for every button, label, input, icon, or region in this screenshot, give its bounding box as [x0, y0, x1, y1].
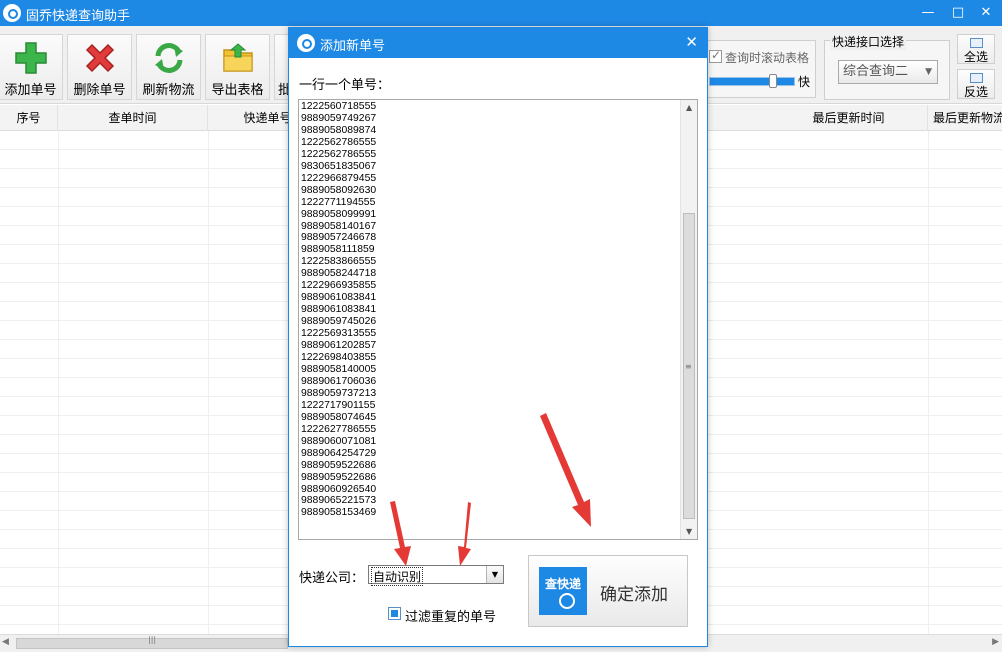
tracking-number-line: 1222966879455: [301, 172, 377, 184]
add-number-dialog: 添加新单号 ✕ 一行一个单号： 1222560718555 98890597492…: [288, 27, 708, 647]
scroll-table-label: 查询时滚动表格: [725, 51, 810, 65]
tracking-number-line: 9889059522686: [301, 471, 377, 483]
plus-icon: [15, 42, 47, 74]
invert-selection-label: 反选: [963, 85, 988, 99]
courier-api-select-value: 综合查询二: [843, 64, 909, 79]
courier-api-select[interactable]: 综合查询二 ▼: [838, 60, 938, 84]
tracking-number-line: 1222966935855: [301, 280, 377, 292]
filter-duplicates-label: 过滤重复的单号: [405, 610, 497, 625]
refresh-icon: [155, 43, 183, 73]
export-table-label: 导出表格: [211, 83, 264, 98]
tracking-number-line: 9830651835067: [301, 160, 377, 172]
speed-slider-thumb[interactable]: [769, 74, 777, 88]
tracking-numbers-list: 1222560718555 9889059749267 9889058089874 1…: [301, 101, 376, 519]
tracking-number-line: 9889061083841: [301, 304, 377, 316]
scroll-grip-icon: ≡: [685, 362, 692, 371]
tracking-numbers-textarea[interactable]: 1222560718555 9889059749267 9889058089874 1…: [298, 99, 698, 540]
add-number-button[interactable]: 添加单号: [0, 34, 63, 100]
tracking-number-line: 9889059745026: [301, 316, 377, 328]
tracking-number-line: 1222583866555: [301, 256, 377, 268]
tracking-number-line: 9889058140005: [301, 363, 377, 375]
speed-slider-track[interactable]: [709, 77, 795, 86]
add-number-label: 添加单号: [4, 83, 57, 98]
scroll-up-icon[interactable]: ▲: [686, 103, 692, 112]
courier-company-value: 自动识别: [371, 567, 424, 586]
tracking-number-line: 9889058099991: [301, 208, 377, 220]
refresh-logistics-button[interactable]: 刷新物流: [136, 34, 201, 100]
delete-x-icon: [85, 43, 115, 73]
batch-button-label: 批: [278, 83, 290, 98]
tracking-number-line: 9889059749267: [301, 112, 377, 124]
close-icon[interactable]: ✕: [685, 33, 698, 51]
tracking-number-line: 1222562786555: [301, 136, 377, 148]
courier-api-group: 快递接口选择 综合查询二 ▼: [824, 33, 950, 100]
dialog-title-bar[interactable]: 添加新单号 ✕: [289, 28, 707, 58]
tracking-number-line: 9889058074645: [301, 411, 377, 423]
delete-number-button[interactable]: 删除单号: [67, 34, 132, 100]
select-all-button[interactable]: 全选: [957, 34, 995, 64]
maximize-button[interactable]: □: [944, 2, 972, 24]
speed-fast-label: 快: [798, 75, 811, 89]
column-header-index[interactable]: 序号: [0, 105, 58, 131]
invert-selection-icon: [970, 73, 983, 83]
one-per-line-hint: 一行一个单号：: [299, 78, 391, 93]
filter-duplicates-checkbox[interactable]: [388, 607, 401, 620]
column-header-last-update-time[interactable]: 最后更新时间: [770, 105, 928, 131]
scroll-left-icon[interactable]: ◀: [2, 637, 9, 647]
tracking-number-line: 9889058244718: [301, 268, 377, 280]
tracking-number-line: 9889064254729: [301, 447, 377, 459]
tracking-number-line: 1222771194555: [301, 196, 376, 208]
confirm-add-label: 确定添加: [600, 585, 668, 605]
scroll-table-checkbox[interactable]: [709, 48, 722, 63]
tracking-number-line: 9889058140167: [301, 220, 377, 232]
app-logo-icon: [3, 4, 21, 22]
scroll-speed-group: 查询时滚动表格 快: [706, 40, 816, 98]
select-all-label: 全选: [963, 50, 988, 64]
tracking-number-line: 1222560718555: [301, 101, 377, 112]
tracking-number-line: 9889058153469: [301, 507, 377, 519]
select-all-icon: [970, 38, 983, 48]
column-header-last-update-logistics[interactable]: 最后更新物流: [928, 105, 1002, 131]
courier-company-label: 快递公司：: [299, 571, 365, 586]
tracking-number-line: 1222569313555: [301, 328, 377, 340]
tracking-number-line: 9889058089874: [301, 124, 377, 136]
tracking-number-line: 1222698403855: [301, 352, 377, 364]
tracking-number-line: 9889061202857: [301, 340, 377, 352]
invert-selection-button[interactable]: 反选: [957, 69, 995, 99]
confirm-add-button[interactable]: 查快递 确定添加: [528, 555, 688, 627]
courier-api-group-title: 快递接口选择: [830, 33, 907, 50]
scroll-down-icon[interactable]: ▼: [686, 527, 692, 536]
tracking-number-line: 1222627786555: [301, 423, 377, 435]
app-title: 固乔快递查询助手: [26, 9, 131, 24]
chevron-down-icon: ▼: [925, 67, 932, 77]
tracking-number-line: 9889060926540: [301, 483, 377, 495]
tracking-number-line: 9889058111859: [301, 244, 375, 256]
title-bar: 固乔快递查询助手 — □ ✕: [0, 0, 1002, 26]
tracking-number-line: 9889065221573: [301, 495, 377, 507]
scroll-grip-icon: |||: [148, 635, 157, 644]
refresh-logistics-label: 刷新物流: [142, 83, 195, 98]
tracking-number-line: 1222717901155: [301, 399, 376, 411]
minimize-button[interactable]: —: [914, 2, 942, 24]
dialog-logo-icon: [297, 34, 315, 52]
export-table-button[interactable]: 导出表格: [205, 34, 270, 100]
tracking-number-line: 9889057246678: [301, 232, 377, 244]
tracking-number-line: 9889059737213: [301, 387, 377, 399]
tracking-number-line: 9889059522686: [301, 459, 377, 471]
tracking-number-line: 9889058092630: [301, 184, 377, 196]
scroll-right-icon[interactable]: ▶: [992, 637, 999, 647]
tracking-number-line: 9889061706036: [301, 375, 377, 387]
dialog-title: 添加新单号: [320, 39, 386, 54]
delete-number-label: 删除单号: [73, 83, 126, 98]
column-header-query-time[interactable]: 查单时间: [58, 105, 208, 131]
tracking-number-line: 9889060071081: [301, 435, 377, 447]
chevron-down-icon[interactable]: ▼: [486, 566, 503, 583]
courier-company-select[interactable]: 自动识别 ▼: [368, 565, 504, 586]
textarea-vertical-scrollbar[interactable]: ▲ ≡ ▼: [680, 100, 697, 539]
query-express-logo-icon: 查快递: [539, 567, 587, 615]
tracking-number-line: 1222562786555: [301, 148, 377, 160]
close-window-button[interactable]: ✕: [972, 2, 1000, 24]
tracking-number-line: 9889061083841: [301, 292, 377, 304]
folder-export-icon: [223, 43, 253, 72]
